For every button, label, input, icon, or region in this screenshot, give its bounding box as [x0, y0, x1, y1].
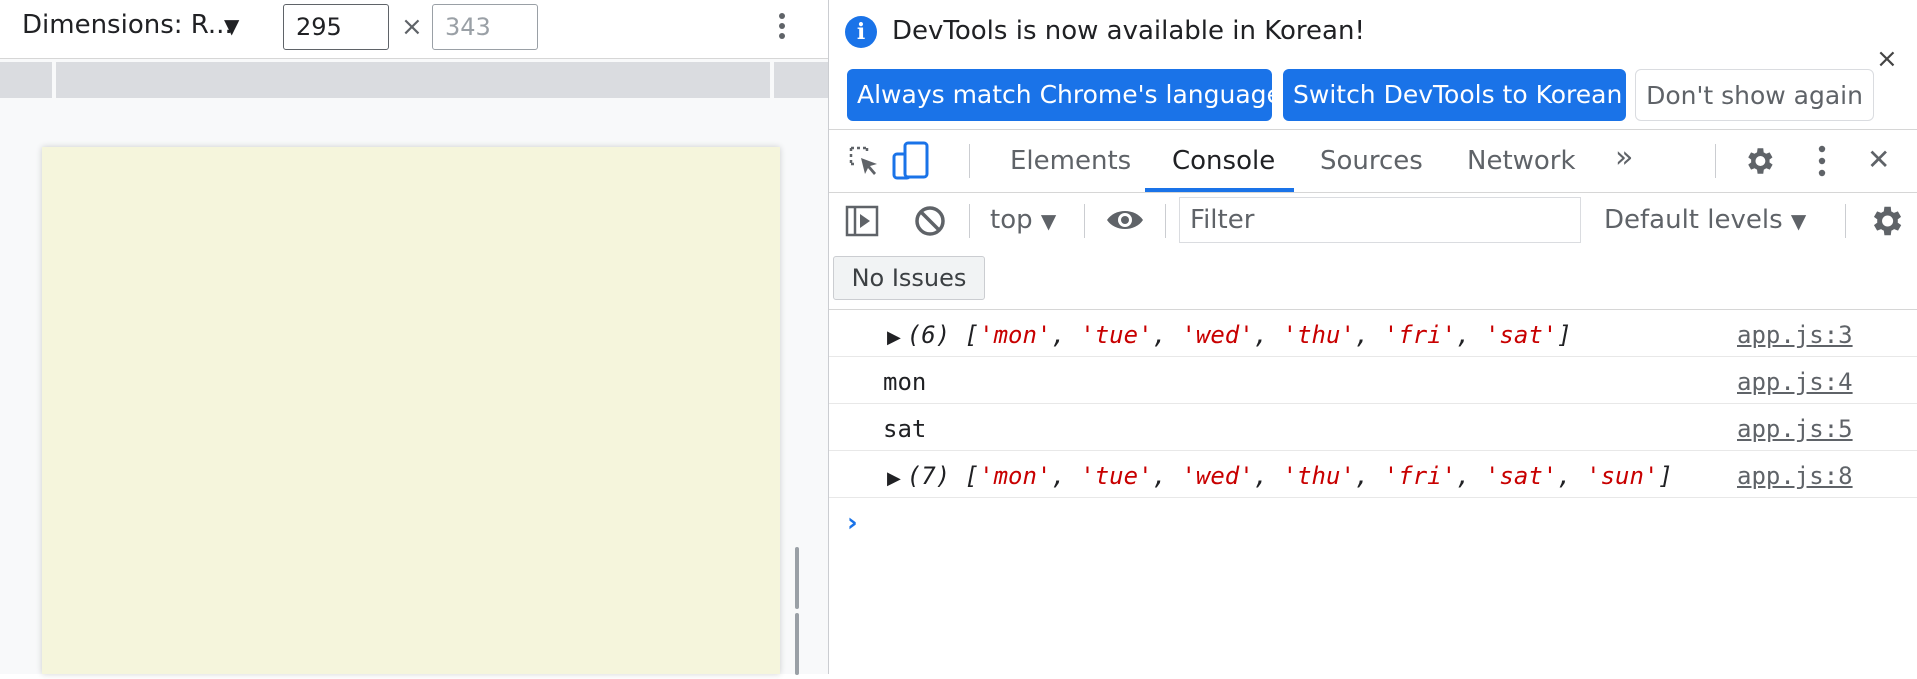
inspect-element-icon[interactable] [847, 144, 881, 178]
dont-show-again-button[interactable]: Don't show again [1635, 69, 1874, 121]
log-levels-label: Default levels [1604, 205, 1783, 235]
array-item: wed [1195, 321, 1240, 349]
source-link[interactable]: app.js:8 [1737, 462, 1853, 490]
console-message: mon app.js:4 [829, 357, 1917, 404]
tab-console[interactable]: Console [1172, 146, 1275, 176]
array-item: tue [1094, 462, 1139, 490]
context-value: top [990, 205, 1033, 235]
times-symbol: × [401, 12, 423, 42]
source-link[interactable]: app.js:3 [1737, 321, 1853, 349]
array-item: sun [1600, 462, 1644, 490]
array-item: thu [1297, 321, 1341, 349]
height-input[interactable] [432, 4, 538, 50]
array-item: thu [1297, 462, 1341, 490]
tab-sources[interactable]: Sources [1320, 146, 1423, 176]
array-item: fri [1398, 321, 1442, 349]
context-caret-icon: ▼ [1040, 209, 1057, 233]
context-selector[interactable]: top ▼ [990, 205, 1056, 235]
always-match-language-button[interactable]: Always match Chrome's language [847, 69, 1282, 121]
console-filter-input[interactable] [1179, 197, 1581, 243]
show-sidebar-icon[interactable] [845, 205, 879, 237]
array-item: mon [993, 321, 1037, 349]
dimensions-dropdown[interactable]: Dimensions: R... [22, 10, 233, 40]
toolbar-separator [1165, 204, 1166, 238]
media-query-bar[interactable] [56, 62, 770, 98]
dimensions-caret-icon[interactable]: ▼ [224, 14, 239, 38]
no-issues-button[interactable]: No Issues [833, 256, 985, 300]
console-text-output: mon [883, 368, 927, 396]
more-tabs-icon[interactable]: » [1615, 140, 1633, 175]
tab-elements[interactable]: Elements [1010, 146, 1131, 176]
console-array-output[interactable]: ▶ (7) ['mon', 'tue', 'wed', 'thu', 'fri',… [887, 462, 1673, 490]
toolbar-separator [969, 204, 970, 238]
switch-to-korean-button[interactable]: Switch DevTools to Korean [1283, 69, 1626, 121]
device-emulation-pane: Dimensions: R... ▼ × [0, 0, 828, 675]
console-text-output: sat [883, 415, 927, 443]
tab-network[interactable]: Network [1467, 146, 1576, 176]
media-query-bar-left[interactable] [0, 62, 52, 98]
devtools-tab-bar: Elements Console Sources Network » ✕ [829, 129, 1917, 193]
info-icon: i [845, 16, 877, 48]
clear-console-icon[interactable] [913, 204, 947, 238]
array-item: mon [993, 462, 1037, 490]
expand-triangle-icon[interactable]: ▶ [887, 327, 901, 348]
source-link[interactable]: app.js:4 [1737, 368, 1853, 396]
array-item: fri [1398, 462, 1442, 490]
toolbar-separator [1084, 204, 1085, 238]
array-length: (6) [906, 321, 951, 349]
array-item: sat [1499, 462, 1543, 490]
log-levels-dropdown[interactable]: Default levels ▼ [1604, 205, 1806, 235]
console-prompt-icon[interactable]: › [847, 508, 858, 538]
devtools-more-options-icon[interactable] [1816, 144, 1828, 178]
devtools-panel: i DevTools is now available in Korean! ×… [829, 0, 1917, 674]
width-input[interactable] [283, 4, 389, 50]
close-devtools-icon[interactable]: ✕ [1867, 143, 1890, 176]
expand-triangle-icon[interactable]: ▶ [887, 468, 901, 489]
console-message: sat app.js:5 [829, 404, 1917, 451]
emulated-viewport[interactable] [42, 147, 780, 674]
toolbar-separator [1715, 144, 1716, 178]
toolbar-separator [1845, 204, 1846, 238]
levels-caret-icon: ▼ [1790, 209, 1807, 233]
array-item: tue [1094, 321, 1139, 349]
live-expression-eye-icon[interactable] [1105, 206, 1145, 234]
array-length: (7) [906, 462, 951, 490]
device-toolbar-toggle-icon[interactable] [891, 140, 931, 182]
array-item: sat [1499, 321, 1543, 349]
toolbar-separator [969, 144, 970, 178]
issues-bar: No Issues [829, 250, 1917, 310]
console-array-output[interactable]: ▶ (6) ['mon', 'tue', 'wed', 'thu', 'fri',… [887, 321, 1572, 349]
console-message: ▶ (7) ['mon', 'tue', 'wed', 'thu', 'fri',… [829, 451, 1917, 498]
device-toolbar: Dimensions: R... ▼ × [0, 0, 828, 59]
array-item: wed [1195, 462, 1240, 490]
media-query-bar-right[interactable] [774, 62, 828, 98]
settings-gear-icon[interactable] [1742, 144, 1776, 178]
console-toolbar: top ▼ Default levels ▼ [829, 192, 1917, 250]
device-more-options-icon[interactable] [772, 10, 792, 46]
banner-close-icon[interactable]: × [1876, 44, 1898, 74]
console-message: ▶ (6) ['mon', 'tue', 'wed', 'thu', 'fri',… [829, 310, 1917, 357]
source-link[interactable]: app.js:5 [1737, 415, 1853, 443]
console-settings-gear-icon[interactable] [1867, 202, 1905, 240]
language-banner-message: DevTools is now available in Korean! [892, 16, 1365, 46]
resize-handle-icon[interactable] [795, 547, 809, 675]
